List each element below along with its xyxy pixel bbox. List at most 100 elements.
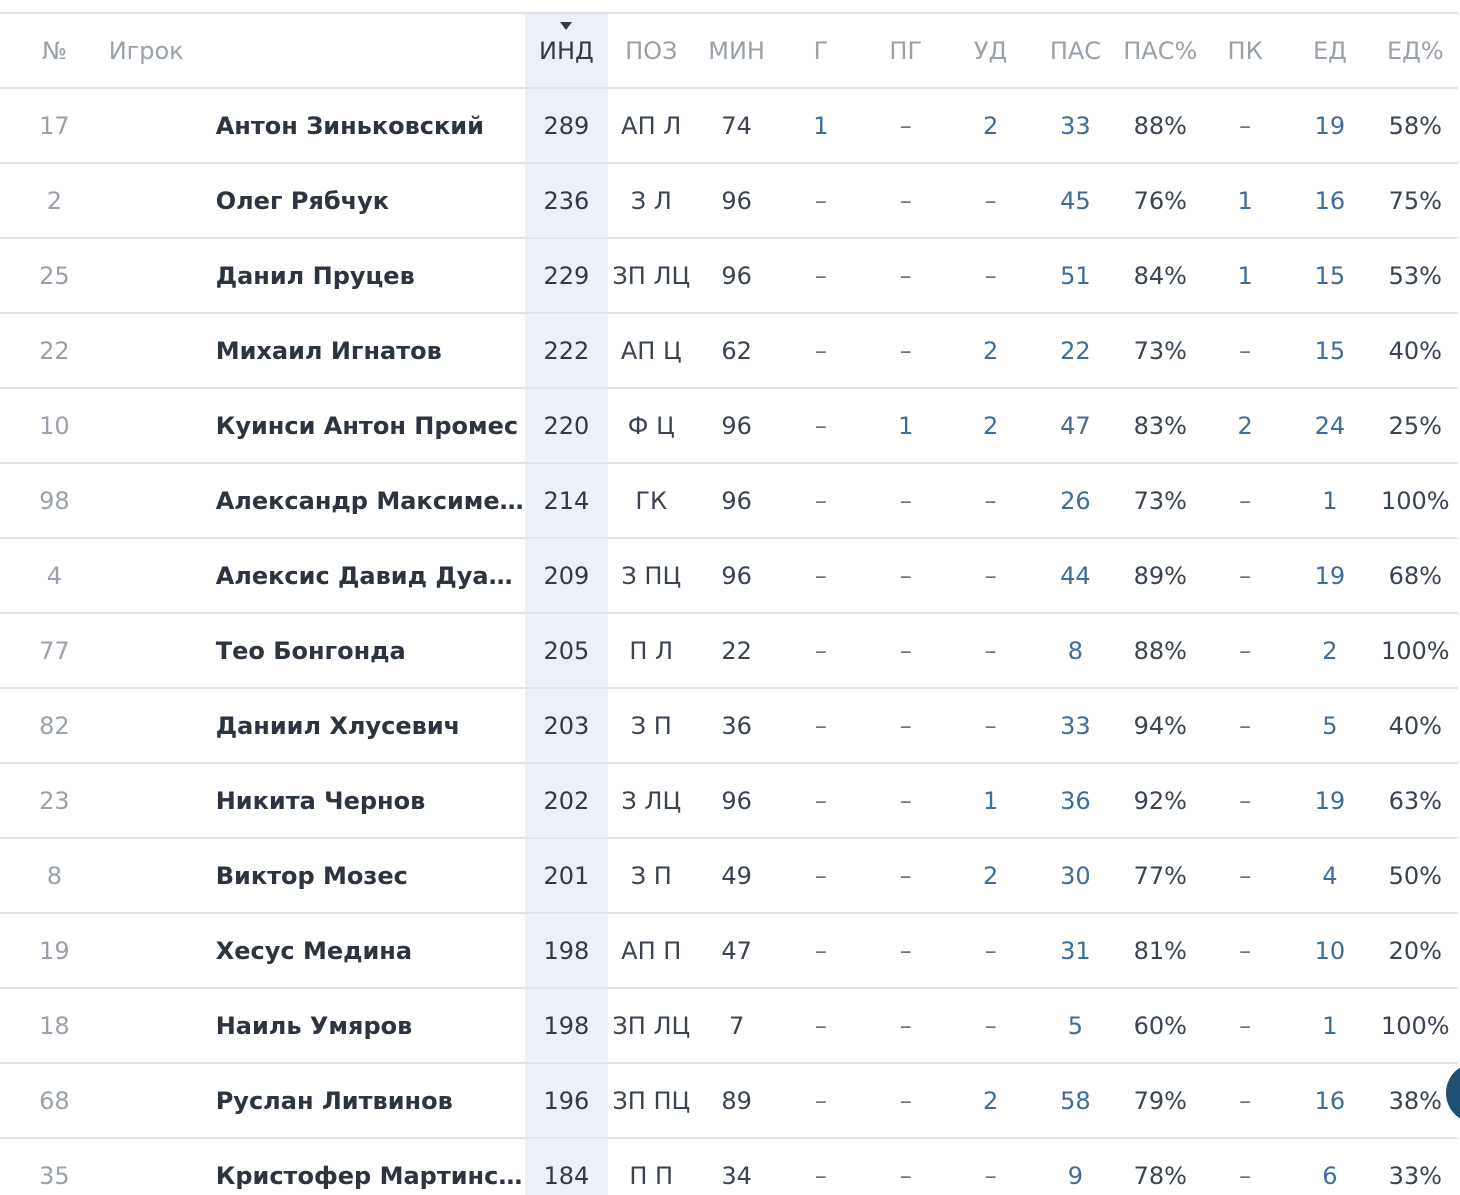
cell-pas[interactable]: 51 bbox=[1033, 238, 1118, 314]
cell-pk: – bbox=[1202, 613, 1288, 689]
cell-pas-pct: 78% bbox=[1117, 1138, 1203, 1195]
header-ed-pct[interactable]: ЕД% bbox=[1372, 14, 1458, 89]
cell-pas[interactable]: 33 bbox=[1033, 88, 1118, 164]
cell-ed-pct: 100% bbox=[1372, 463, 1458, 539]
header-pas[interactable]: ПАС bbox=[1033, 14, 1118, 89]
cell-ud[interactable]: 2 bbox=[947, 1063, 1034, 1139]
cell-pg: – bbox=[863, 913, 948, 989]
cell-player[interactable]: Михаил Игнатов bbox=[108, 313, 526, 389]
header-pk[interactable]: ПК bbox=[1202, 14, 1288, 89]
cell-player[interactable]: Данил Пруцев bbox=[108, 238, 526, 314]
table-row[interactable]: 2 Олег Рябчук 236 З Л 96– – –45 76% 1 16 75% bbox=[0, 163, 1458, 239]
cell-min: 47 bbox=[694, 913, 779, 989]
cell-player[interactable]: Куинси Антон Промес bbox=[108, 388, 526, 464]
cell-ed[interactable]: 15 bbox=[1287, 238, 1373, 314]
table-row[interactable]: 22 Михаил Игнатов 222 АП Ц 62– –2 22 73% –15 40% bbox=[0, 313, 1458, 389]
cell-ed[interactable]: 15 bbox=[1287, 313, 1373, 389]
cell-pas[interactable]: 5 bbox=[1033, 988, 1118, 1064]
cell-pas[interactable]: 45 bbox=[1033, 163, 1118, 239]
table-row[interactable]: 23 Никита Чернов 202 З ЛЦ 96– –1 36 92% –19 63% bbox=[0, 763, 1458, 839]
cell-pas[interactable]: 9 bbox=[1033, 1138, 1118, 1195]
cell-ed[interactable]: 19 bbox=[1287, 88, 1373, 164]
cell-player[interactable]: Никита Чернов bbox=[108, 763, 526, 839]
header-pas-pct[interactable]: ПАС% bbox=[1117, 14, 1203, 89]
cell-ed[interactable]: 16 bbox=[1287, 163, 1373, 239]
cell-pas[interactable]: 30 bbox=[1033, 838, 1118, 914]
cell-player[interactable]: Хесус Медина bbox=[108, 913, 526, 989]
cell-ud[interactable]: 2 bbox=[947, 838, 1034, 914]
header-num[interactable]: № bbox=[0, 14, 109, 89]
cell-pos: П П bbox=[607, 1138, 695, 1195]
table-row[interactable]: 4Алексис Давид Дуарте Пере...209З ПЦ96––… bbox=[0, 538, 1458, 614]
cell-pas-pct: 88% bbox=[1117, 88, 1203, 164]
cell-pas[interactable]: 22 bbox=[1033, 313, 1118, 389]
cell-player[interactable]: Олег Рябчук bbox=[108, 163, 526, 239]
header-ind-sorted[interactable]: ИНД bbox=[525, 14, 608, 89]
cell-pk[interactable]: 1 bbox=[1202, 163, 1288, 239]
cell-ed[interactable]: 1 bbox=[1287, 988, 1373, 1064]
cell-ud[interactable]: 1 bbox=[947, 763, 1034, 839]
table-row[interactable]: 17 Антон Зиньковский 289 АП Л 74 1–2 33 88% –19 5… bbox=[0, 88, 1458, 164]
cell-player[interactable]: Даниил Хлусевич bbox=[108, 688, 526, 764]
table-row[interactable]: 77 Тео Бонгонда 205 П Л 22– – –8 88% –2 100% bbox=[0, 613, 1458, 689]
cell-ed[interactable]: 19 bbox=[1287, 763, 1373, 839]
cell-ed[interactable]: 2 bbox=[1287, 613, 1373, 689]
cell-g: – bbox=[778, 838, 864, 914]
cell-pas-pct: 81% bbox=[1117, 913, 1203, 989]
cell-min: 62 bbox=[694, 313, 779, 389]
cell-pas[interactable]: 44 bbox=[1033, 538, 1118, 614]
cell-player[interactable]: Кристофер Мартинс Перейра bbox=[108, 1138, 526, 1195]
cell-ed[interactable]: 5 bbox=[1287, 688, 1373, 764]
cell-pas-pct: 60% bbox=[1117, 988, 1203, 1064]
cell-pas-pct: 92% bbox=[1117, 763, 1203, 839]
cell-ed[interactable]: 24 bbox=[1287, 388, 1373, 464]
cell-ud[interactable]: 2 bbox=[947, 313, 1034, 389]
cell-ed[interactable]: 1 bbox=[1287, 463, 1373, 539]
cell-pg: – bbox=[863, 613, 948, 689]
table-row[interactable]: 25 Данил Пруцев 229 ЗП ЛЦ 96– – –51 84% 1 15 53% bbox=[0, 238, 1458, 314]
header-pos[interactable]: ПОЗ bbox=[607, 14, 695, 89]
cell-pg[interactable]: 1 bbox=[863, 388, 948, 464]
header-min[interactable]: МИН bbox=[694, 14, 779, 89]
cell-ud[interactable]: 2 bbox=[947, 88, 1034, 164]
cell-ed[interactable]: 4 bbox=[1287, 838, 1373, 914]
cell-player[interactable]: Виктор Мозес bbox=[108, 838, 526, 914]
cell-ind: 289 bbox=[525, 88, 608, 164]
cell-player[interactable]: Александр Максименко bbox=[108, 463, 526, 539]
cell-pk[interactable]: 2 bbox=[1202, 388, 1288, 464]
header-ud[interactable]: УД bbox=[947, 14, 1034, 89]
cell-ed[interactable]: 16 bbox=[1287, 1063, 1373, 1139]
cell-player[interactable]: Алексис Давид Дуарте Пере... bbox=[108, 538, 526, 614]
header-g[interactable]: Г bbox=[778, 14, 864, 89]
cell-ud[interactable]: 2 bbox=[947, 388, 1034, 464]
table-row[interactable]: 8 Виктор Мозес 201 З П 49– –2 30 77% –4 50% bbox=[0, 838, 1458, 914]
cell-pk[interactable]: 1 bbox=[1202, 238, 1288, 314]
cell-ed[interactable]: 19 bbox=[1287, 538, 1373, 614]
header-player[interactable]: Игрок bbox=[108, 14, 526, 89]
table-row[interactable]: 82 Даниил Хлусевич 203 З П 36– – –33 94% –5 40% bbox=[0, 688, 1458, 764]
cell-ed[interactable]: 10 bbox=[1287, 913, 1373, 989]
cell-pas[interactable]: 8 bbox=[1033, 613, 1118, 689]
cell-g[interactable]: 1 bbox=[778, 88, 864, 164]
table-row[interactable]: 10 Куинси Антон Промес 220 Ф Ц 96–1 2 47 83% 2 24… bbox=[0, 388, 1458, 464]
cell-player[interactable]: Антон Зиньковский bbox=[108, 88, 526, 164]
cell-pas[interactable]: 47 bbox=[1033, 388, 1118, 464]
table-row[interactable]: 35Кристофер Мартинс Перейра184П П34–––97… bbox=[0, 1138, 1458, 1195]
table-row[interactable]: 19 Хесус Медина 198 АП П 47– – –31 81% –10 20% bbox=[0, 913, 1458, 989]
table-row[interactable]: 18 Наиль Умяров 198 ЗП ЛЦ 7– – –5 60% –1 100% bbox=[0, 988, 1458, 1064]
cell-player[interactable]: Тео Бонгонда bbox=[108, 613, 526, 689]
cell-pos: З ЛЦ bbox=[607, 763, 695, 839]
cell-player[interactable]: Руслан Литвинов bbox=[108, 1063, 526, 1139]
header-pg[interactable]: ПГ bbox=[863, 14, 948, 89]
header-ed[interactable]: ЕД bbox=[1287, 14, 1373, 89]
table-row[interactable]: 68 Руслан Литвинов 196 ЗП ПЦ 89– –2 58 79% –16 38… bbox=[0, 1063, 1458, 1139]
cell-pas[interactable]: 26 bbox=[1033, 463, 1118, 539]
cell-ed[interactable]: 6 bbox=[1287, 1138, 1373, 1195]
cell-pas[interactable]: 31 bbox=[1033, 913, 1118, 989]
table-row[interactable]: 98 Александр Максименко 214 ГК 96– – –26 73% –1 1… bbox=[0, 463, 1458, 539]
cell-ud: – bbox=[947, 613, 1034, 689]
cell-pas[interactable]: 33 bbox=[1033, 688, 1118, 764]
cell-pas[interactable]: 58 bbox=[1033, 1063, 1118, 1139]
cell-player[interactable]: Наиль Умяров bbox=[108, 988, 526, 1064]
cell-pas[interactable]: 36 bbox=[1033, 763, 1118, 839]
